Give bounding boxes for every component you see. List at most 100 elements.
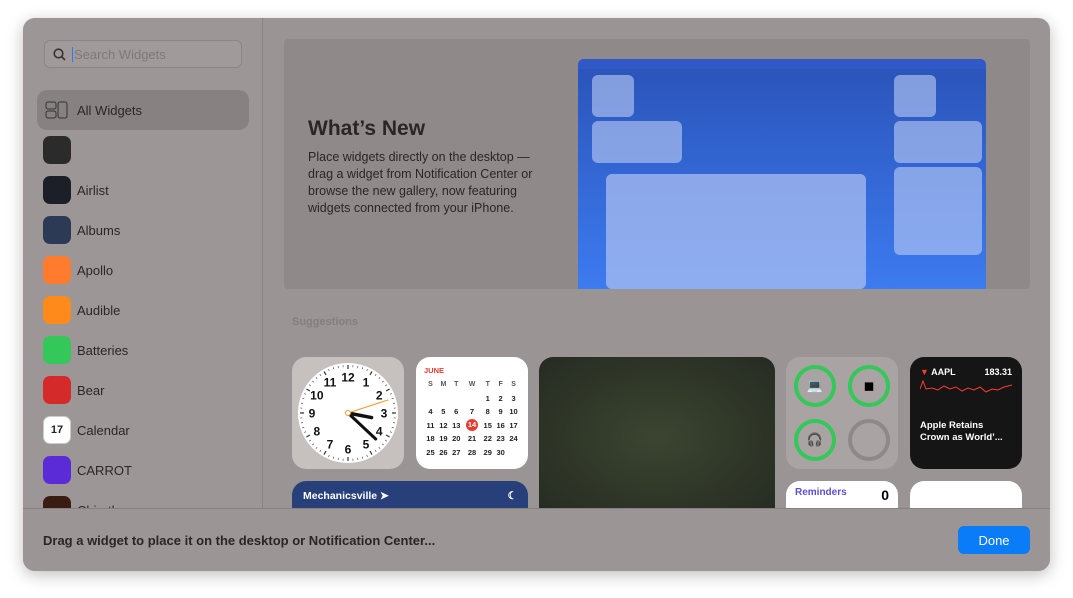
sidebar-item[interactable] [37, 130, 249, 170]
calendar-day [507, 446, 520, 460]
video-widget[interactable] [539, 357, 775, 517]
calendar-day: 10 [509, 407, 518, 417]
sidebar-item-label: Albums [77, 222, 121, 238]
sidebar-item-label: All Widgets [77, 102, 143, 118]
batteries-widget[interactable]: 💻 ◼ 🎧 [786, 357, 898, 469]
sidebar-item[interactable]: CARROT [37, 450, 249, 490]
batteries-icon [43, 336, 71, 364]
stock-headline: Apple Retains Crown as World’... [920, 420, 1003, 443]
calendar-day: 30 [496, 447, 505, 457]
calendar-day: 11 [426, 420, 435, 430]
clock-number: 4 [376, 425, 383, 439]
clock-number: 7 [327, 438, 334, 452]
calendar-day: 15 [483, 420, 492, 430]
weekday-label: S [428, 381, 433, 389]
apollo-icon [43, 256, 71, 284]
down-arrow-icon: ▼ [920, 367, 929, 377]
calendar-day: 7 [469, 407, 475, 417]
calendar-day: 29 [483, 447, 492, 457]
sidebar: All Widgets Airlist Albums Apollo Audible Bat… [23, 18, 263, 524]
empty-battery-slot [848, 419, 890, 461]
sidebar-item-label: CARROT [77, 462, 132, 478]
whats-new-body: Place widgets directly on the desktop — … [308, 150, 533, 215]
calendar-day: 1 [485, 393, 490, 403]
calendar-day: 4 [428, 407, 433, 417]
calendar-day [437, 392, 450, 406]
weekday-label: F [498, 381, 503, 389]
sidebar-item[interactable]: Albums [37, 210, 249, 250]
clock-widget[interactable]: 12 1 2 3 4 5 6 7 8 9 10 11 [292, 357, 404, 469]
calendar-day: 21 [467, 434, 477, 444]
calendar-day: 23 [496, 434, 505, 444]
calendar-day: 6 [454, 407, 459, 417]
clock-number: 12 [341, 371, 355, 385]
airpods-battery-icon: 🎧 [794, 419, 836, 461]
calendar-day: 3 [511, 393, 516, 403]
weekday-label: T [485, 381, 490, 389]
clock-number: 6 [345, 443, 352, 457]
clock-number: 3 [381, 407, 388, 421]
albums-icon [43, 216, 71, 244]
search-input[interactable] [72, 46, 232, 62]
calendar-day: 24 [509, 434, 518, 444]
calendar-day-today: 14 [465, 419, 478, 432]
sidebar-item[interactable]: Airlist [37, 170, 249, 210]
calendar-day [424, 392, 437, 406]
weather-location: Mechanicsville [303, 490, 378, 502]
airpods-case-battery-icon: ◼ [848, 365, 890, 407]
location-arrow-icon: ➤ [380, 490, 389, 502]
calendar-day: 12 [439, 420, 448, 430]
stocks-widget[interactable]: ▼ AAPL 183.31 Apple Retains Crown as Wor… [910, 357, 1022, 469]
bear-icon [43, 376, 71, 404]
laptop-battery-icon: 💻 [794, 365, 836, 407]
audible-icon [43, 296, 71, 324]
reminders-title: Reminders [795, 487, 847, 498]
clock-number: 5 [363, 438, 370, 452]
calendar-day: 13 [452, 420, 461, 430]
calendar-widget[interactable]: JUNE S M T W T F S 1 2 3 4 5 6 7 8 9 10 11 12 13 14 15 16 17 18 1… [416, 357, 528, 469]
sidebar-item[interactable]: 17 Calendar [37, 410, 249, 450]
desktop-preview-image [578, 59, 986, 289]
done-button[interactable]: Done [958, 526, 1030, 554]
footer-bar: Drag a widget to place it on the desktop… [23, 508, 1050, 571]
calendar-day: 16 [496, 420, 505, 430]
whats-new-banner: What’s New Place widgets directly on the… [284, 39, 1030, 289]
calendar-day: 28 [467, 447, 477, 457]
whats-new-title: What’s New [308, 117, 426, 140]
sidebar-item[interactable]: Audible [37, 290, 249, 330]
calendar-day: 5 [441, 407, 446, 417]
sidebar-item-label: Bear [77, 382, 105, 398]
moon-icon: ☾ [507, 490, 517, 502]
search-field[interactable] [44, 40, 242, 68]
weekday-label: T [454, 381, 459, 389]
calendar-day: 20 [452, 434, 461, 444]
main-panel: What’s New Place widgets directly on the… [264, 18, 1050, 521]
calendar-day [450, 392, 463, 406]
calendar-day: 18 [426, 434, 435, 444]
sidebar-item[interactable]: Apollo [37, 250, 249, 290]
weekday-label: M [440, 381, 447, 389]
calendar-day: 9 [498, 407, 503, 417]
stock-symbol: AAPL [931, 367, 956, 377]
widget-gallery-window: All Widgets Airlist Albums Apollo Audible Bat… [23, 18, 1050, 571]
calendar-day: 19 [439, 434, 448, 444]
weekday-label: W [468, 381, 476, 389]
footer-message: Drag a widget to place it on the desktop… [43, 533, 436, 548]
calendar-day: 25 [426, 447, 435, 457]
sidebar-item-label: Batteries [77, 342, 129, 358]
sidebar-item-label: Audible [77, 302, 121, 318]
sidebar-item[interactable]: Batteries [37, 330, 249, 370]
weekday-label: S [511, 381, 516, 389]
calendar-month: JUNE [424, 366, 445, 375]
sidebar-item[interactable]: All Widgets [37, 90, 249, 130]
sidebar-item-label: Airlist [77, 182, 109, 198]
clock-number: 10 [310, 389, 324, 403]
stock-price: 183.31 [984, 367, 1012, 377]
airlist-icon [43, 176, 71, 204]
clock-number: 2 [376, 389, 383, 403]
search-icon [53, 47, 66, 61]
reminders-count: 0 [881, 487, 889, 503]
sidebar-item[interactable]: Bear [37, 370, 249, 410]
clock-number: 8 [313, 425, 320, 439]
calendar-day [463, 392, 482, 406]
